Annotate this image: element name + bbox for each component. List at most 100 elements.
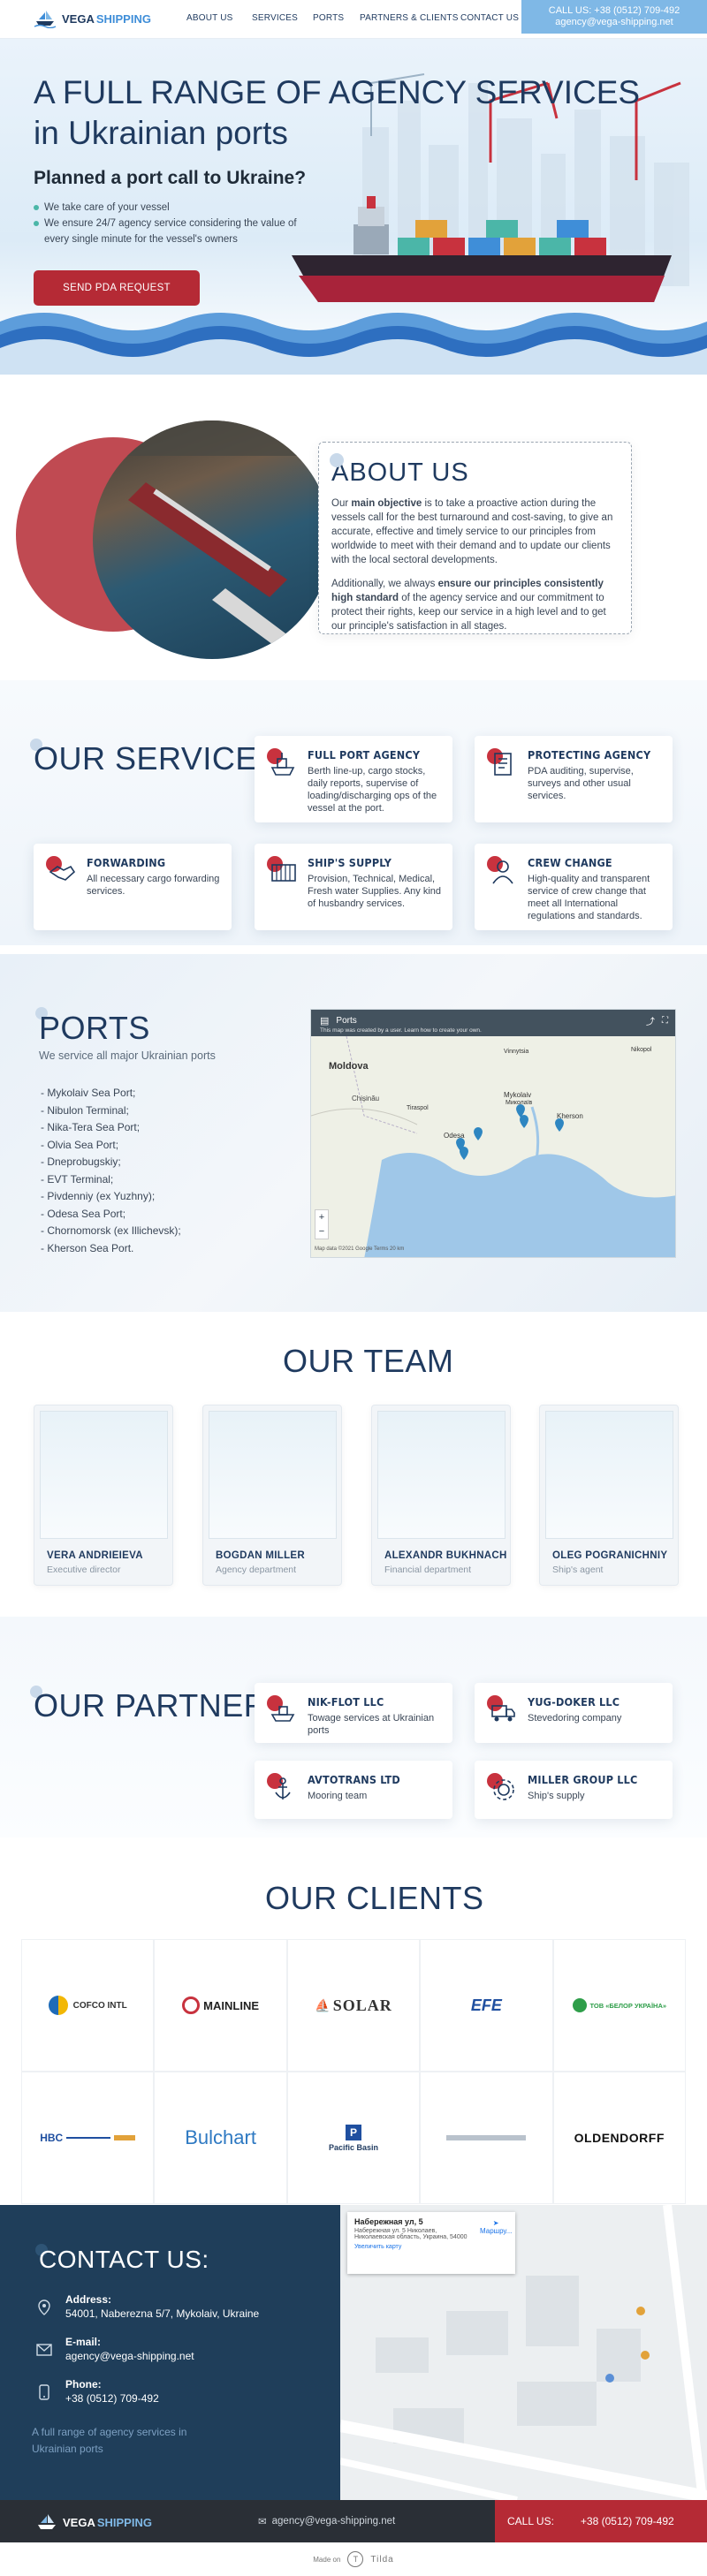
partner-card-nik-flot[interactable]: NIK-FLOT LLC Towage services at Ukrainia…	[255, 1683, 452, 1743]
service-card-ships-supply[interactable]: SHIP'S SUPPLY Provision, Technical, Medi…	[255, 844, 452, 930]
ship-logo-icon	[34, 11, 57, 28]
solar-logo-icon: ⛵	[315, 1997, 331, 2012]
phone-value[interactable]: +38 (0512) 709-492	[65, 2392, 159, 2405]
service-desc: High-quality and transparent service of …	[528, 874, 650, 921]
service-card-protecting-agency[interactable]: PROTECTING AGENCY PDA auditing, supervis…	[475, 736, 673, 822]
header-phone[interactable]: CALL US: +38 (0512) 709-492	[521, 5, 707, 17]
service-card-crew-change[interactable]: CREW CHANGE High-quality and transparent…	[475, 844, 673, 930]
cargo-ship-illustration	[292, 196, 672, 302]
team-member-photo	[209, 1411, 337, 1539]
partner-card-yug-doker[interactable]: YUG-DOKER LLC Stevedoring company	[475, 1683, 673, 1743]
service-card-forwarding[interactable]: FORWARDING All necessary cargo forwardin…	[34, 844, 232, 930]
header-call-box[interactable]: CALL US: +38 (0512) 709-492 agency@vega-…	[521, 0, 707, 34]
hero-bullet: We ensure 24/7 agency service considerin…	[34, 216, 308, 247]
send-pda-request-button[interactable]: SEND PDA REQUEST	[34, 270, 200, 306]
map-pins	[456, 1104, 564, 1160]
tilda-logo-icon: T	[347, 2551, 364, 2567]
team-member-photo	[545, 1411, 673, 1539]
ship-logo-icon	[38, 2514, 56, 2529]
tugboat-icon	[267, 1695, 299, 1727]
map-info-address: Набережная ул. 5 Николаев, Николаевская …	[354, 2228, 468, 2240]
contact-map[interactable]: Набережная ул, 5 Набережная ул. 5 Никола…	[340, 2205, 707, 2500]
client-logo-bulchart: Bulchart	[154, 2072, 287, 2204]
nav-ports[interactable]: PORTS	[313, 13, 344, 23]
truck-icon	[487, 1695, 519, 1727]
site-footer: VEGA SHIPPING ✉ agency@vega-shipping.net C…	[0, 2500, 707, 2542]
services-title: OUR SERVICES	[34, 740, 279, 777]
partner-card-avtotrans[interactable]: AVTOTRANS LTD Mooring team	[255, 1761, 452, 1819]
about-title: ABOUT US	[331, 458, 469, 487]
port-item: - Olvia Sea Port;	[41, 1138, 119, 1151]
team-member-name: OLEG POGRANICHNIY	[552, 1550, 668, 1561]
client-logo-text: EFE	[470, 1996, 502, 2014]
partner-desc: Stevedoring company	[528, 1713, 622, 1724]
about-p1-text: Our	[331, 498, 352, 509]
client-logo-text: ТОВ «БЕЛОР УКРАЇНА»	[589, 2001, 667, 2010]
cofco-logo-icon	[48, 1996, 68, 2015]
map-zoom-controls[interactable]: + −	[315, 1209, 329, 1239]
clients-grid: COFCO INTL MAINLINE ⛵ SOLAR EFE ТОВ «БЕЛО…	[21, 1939, 686, 2204]
map-attribution: Map data ©2021 Google Terms 20 km	[315, 1246, 405, 1252]
client-logo-pacific-basin: P Pacific Basin	[286, 2072, 421, 2204]
partner-title: MILLER GROUP LLC	[528, 1773, 638, 1786]
nav-services[interactable]: SERVICES	[252, 13, 298, 23]
hero-title-line1: A FULL RANGE OF AGENCY SERVICES	[34, 74, 641, 110]
site-logo[interactable]: VEGA SHIPPING	[34, 9, 151, 28]
hero-title: A FULL RANGE OF AGENCY SERVICES in Ukrain…	[34, 72, 640, 154]
anchor-icon	[267, 1773, 299, 1805]
client-logo-efe: EFE	[420, 1939, 553, 2072]
contact-title: CONTACT US:	[39, 2246, 209, 2273]
footer-call-box[interactable]: CALL US: +38 (0512) 709-492	[495, 2500, 707, 2542]
email-value[interactable]: agency@vega-shipping.net	[65, 2350, 194, 2362]
waves-illustration	[0, 313, 707, 375]
service-title: FULL PORT AGENCY	[308, 748, 421, 761]
pacific-basin-logo-icon: P	[345, 2124, 361, 2140]
hbc-logo-line	[66, 2137, 111, 2139]
about-card: ABOUT US Our main objective is to take a…	[318, 442, 632, 634]
port-item: - Pivdenniy (ex Yuzhny);	[41, 1190, 156, 1202]
team-member-card: BOGDAN MILLER Agency department	[202, 1405, 342, 1586]
service-card-full-port-agency[interactable]: FULL PORT AGENCY Berth line-up, cargo st…	[255, 736, 452, 822]
site-header: VEGA SHIPPING ABOUT US SERVICES PORTS PAR…	[0, 0, 707, 39]
contact-tagline: A full range of agency services in Ukrai…	[32, 2426, 187, 2455]
footer-call-label: CALL US:	[507, 2515, 554, 2527]
about-title-dot	[330, 453, 344, 467]
nav-partners-clients[interactable]: PARTNERS & CLIENTS	[360, 13, 459, 23]
ship-icon	[267, 748, 299, 780]
nav-contact-us[interactable]: CONTACT US	[460, 13, 519, 23]
footer-logo[interactable]: VEGA SHIPPING	[35, 2512, 152, 2532]
footer-email[interactable]: ✉ agency@vega-shipping.net	[258, 2515, 395, 2527]
port-item: - Odesa Sea Port;	[41, 1207, 126, 1220]
email-label: E-mail:	[65, 2336, 102, 2348]
enlarge-map-link[interactable]: Увеличить карту	[354, 2244, 508, 2250]
client-logo-placeholder	[446, 2135, 527, 2140]
team-member-name: VERA ANDRIEIEVA	[47, 1550, 143, 1561]
made-on-label: Made on	[313, 2555, 341, 2564]
port-item: - Chornomorsk (ex Illichevsk);	[41, 1224, 181, 1237]
client-logo-text: Pacific Basin	[328, 2142, 378, 2152]
directions-icon: ➤	[492, 2219, 499, 2227]
header-email[interactable]: agency@vega-shipping.net	[521, 17, 707, 28]
ports-title: PORTS	[39, 1010, 150, 1046]
team-member-name: BOGDAN MILLER	[216, 1550, 306, 1561]
partner-title: AVTOTRANS LTD	[308, 1773, 400, 1786]
footer-logo-shipping: SHIPPING	[96, 2515, 152, 2529]
partner-card-miller-group[interactable]: MILLER GROUP LLC Ship's supply	[475, 1761, 673, 1819]
directions-link[interactable]: ➤ Маршру...	[480, 2219, 512, 2235]
made-on-tilda[interactable]: Made on T Tilda	[0, 2542, 707, 2576]
ports-subtitle: We service all major Ukrainian ports	[39, 1049, 216, 1062]
footer-logo-vega: VEGA	[63, 2515, 95, 2529]
service-title: SHIP'S SUPPLY	[308, 856, 392, 869]
belor-logo-icon	[572, 1998, 587, 2012]
clients-title: OUR CLIENTS	[265, 1880, 484, 1916]
location-icon	[35, 2299, 53, 2316]
nav-about-us[interactable]: ABOUT US	[186, 13, 233, 23]
crew-icon	[487, 856, 519, 888]
footer-email-text: agency@vega-shipping.net	[271, 2516, 396, 2527]
hero-bullet: We take care of your vessel	[34, 200, 308, 216]
team-member-role: Ship's agent	[552, 1565, 604, 1575]
service-desc: Berth line-up, cargo stocks, daily repor…	[308, 766, 437, 814]
ports-map[interactable]: ▤ Ports ⤴ ⛶ This map was created by a us…	[310, 1009, 676, 1258]
client-logo-text: SOLAR	[332, 1996, 392, 2014]
container-icon	[267, 856, 299, 888]
